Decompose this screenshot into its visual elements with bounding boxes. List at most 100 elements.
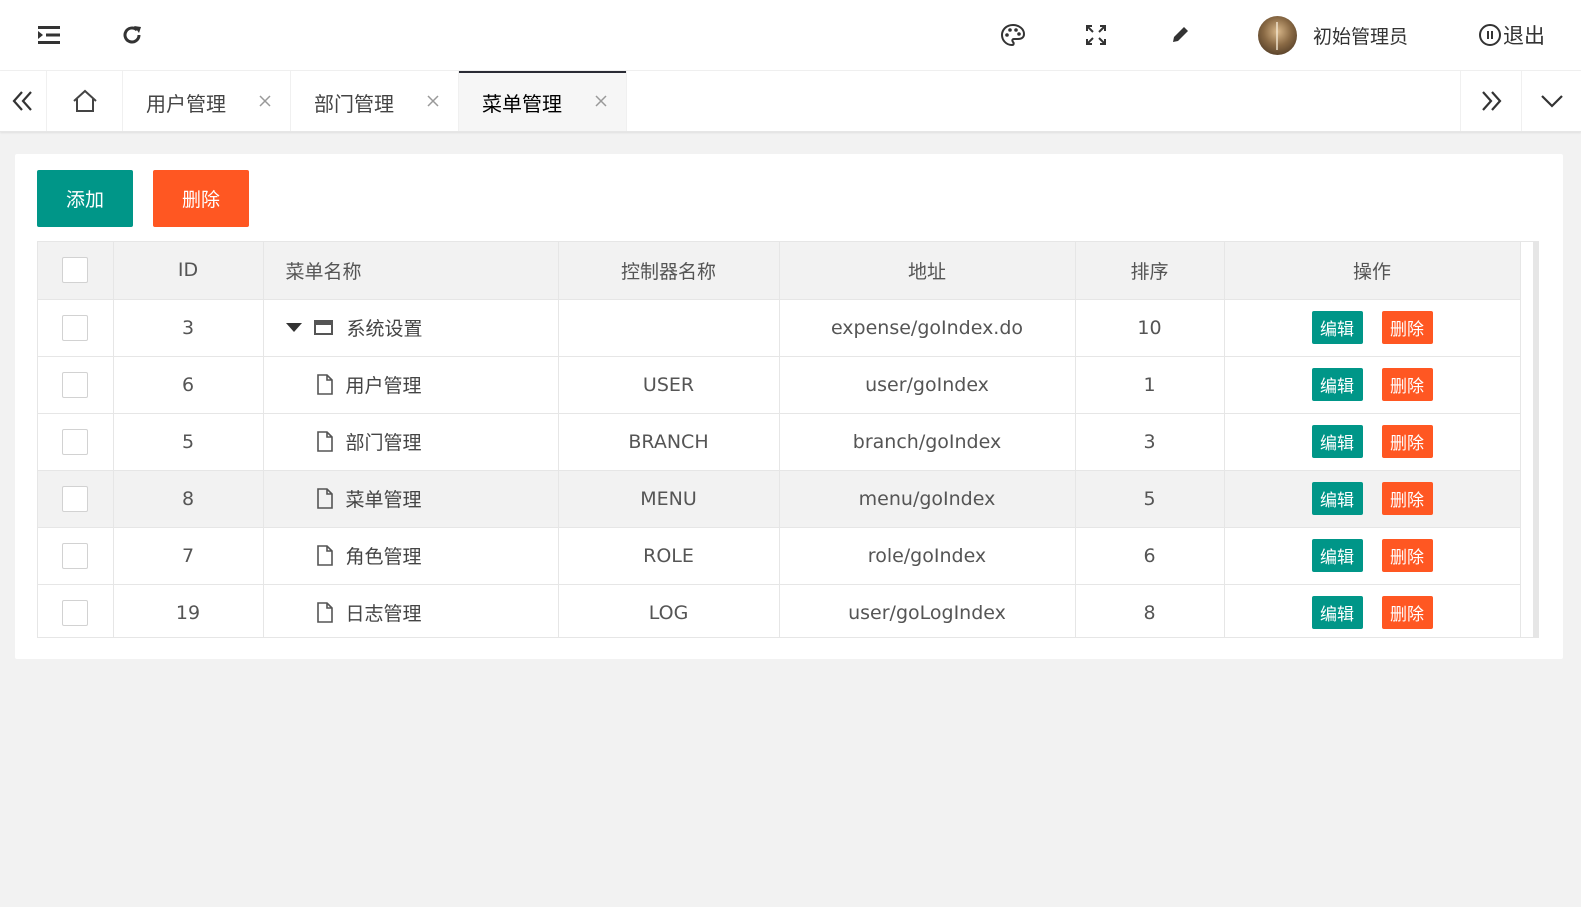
table-row[interactable]: 19 日志管理 LOG user/goLogIndex 8 编辑 删除	[38, 584, 1521, 637]
tab-department-management[interactable]: 部门管理	[291, 71, 459, 131]
top-header: 初始管理员 退出	[0, 0, 1581, 71]
row-delete-button[interactable]: 删除	[1381, 425, 1433, 458]
column-header-actions: 操作	[1224, 242, 1521, 300]
edit-button[interactable]: 编辑	[1311, 311, 1363, 344]
row-checkbox[interactable]	[62, 485, 89, 512]
table-row[interactable]: 8 菜单管理 MENU menu/goIndex 5 编辑 删除	[38, 470, 1521, 528]
header-checkbox-cell	[38, 242, 114, 300]
pause-icon	[1479, 24, 1501, 46]
menu-toggle-icon[interactable]	[34, 20, 64, 50]
tab-menu-management[interactable]: 菜单管理	[459, 71, 627, 131]
tree-expand-caret-icon[interactable]	[285, 323, 302, 332]
file-icon	[316, 374, 333, 395]
menu-name-text: 角色管理	[345, 546, 422, 568]
cell-sort: 5	[1075, 470, 1225, 528]
cell-controller: MENU	[558, 470, 780, 528]
cell-name: 菜单管理	[263, 470, 559, 528]
cell-name: 部门管理	[263, 413, 559, 471]
tab-user-management[interactable]: 用户管理	[123, 71, 291, 131]
refresh-icon[interactable]	[117, 20, 147, 50]
edit-button[interactable]: 编辑	[1311, 482, 1363, 515]
cell-controller: LOG	[558, 584, 780, 637]
fullscreen-icon[interactable]	[1081, 20, 1111, 50]
cell-actions: 编辑 删除	[1224, 470, 1521, 528]
row-checkbox[interactable]	[62, 314, 89, 341]
file-icon	[316, 602, 333, 623]
row-checkbox[interactable]	[62, 599, 89, 626]
theme-palette-icon[interactable]	[998, 20, 1028, 50]
logout-button[interactable]: 退出	[1479, 20, 1545, 50]
cell-id: 6	[113, 356, 264, 414]
edit-button[interactable]: 编辑	[1311, 368, 1363, 401]
cell-sort: 1	[1075, 356, 1225, 414]
column-header-id[interactable]: ID	[113, 242, 264, 300]
menu-name-text: 用户管理	[345, 375, 422, 397]
column-header-url[interactable]: 地址	[779, 242, 1076, 300]
close-icon[interactable]	[256, 92, 274, 110]
edit-pencil-icon[interactable]	[1165, 20, 1195, 50]
row-delete-button[interactable]: 删除	[1381, 482, 1433, 515]
file-icon	[316, 431, 333, 452]
cell-actions: 编辑 删除	[1224, 299, 1521, 357]
cell-actions: 编辑 删除	[1224, 584, 1521, 637]
tab-label: 菜单管理	[482, 92, 562, 116]
select-all-checkbox[interactable]	[62, 257, 89, 284]
row-delete-button[interactable]: 删除	[1381, 539, 1433, 572]
add-button[interactable]: 添加	[37, 170, 133, 227]
chevron-down-icon	[1540, 95, 1563, 108]
row-delete-button[interactable]: 删除	[1381, 311, 1433, 344]
cell-controller	[558, 299, 780, 357]
file-icon	[316, 545, 333, 566]
row-checkbox[interactable]	[62, 542, 89, 569]
close-icon[interactable]	[424, 92, 442, 110]
table-row[interactable]: 6 用户管理 USER user/goIndex 1 编辑 删除	[38, 356, 1521, 414]
table-row[interactable]: 3 系统设置 expense/goIndex.do 10 编辑 删除	[38, 299, 1521, 357]
cell-id: 3	[113, 299, 264, 357]
tabs-scroll-right-button[interactable]	[1460, 71, 1521, 131]
column-header-name[interactable]: 菜单名称	[263, 242, 559, 300]
close-icon[interactable]	[592, 92, 610, 110]
cell-url: expense/goIndex.do	[779, 299, 1076, 357]
edit-button[interactable]: 编辑	[1311, 596, 1363, 629]
tab-home[interactable]	[47, 71, 123, 131]
cell-url: role/goIndex	[779, 527, 1076, 585]
table-row[interactable]: 7 角色管理 ROLE role/goIndex 6 编辑 删除	[38, 527, 1521, 585]
double-chevron-right-icon	[1482, 91, 1502, 111]
cell-url: branch/goIndex	[779, 413, 1076, 471]
cell-name: 用户管理	[263, 356, 559, 414]
menu-name-text: 菜单管理	[345, 489, 422, 511]
menu-table: ID 菜单名称 控制器名称 地址 排序 操作 3 系统设置 expense/go…	[37, 241, 1539, 638]
cell-controller: ROLE	[558, 527, 780, 585]
menu-name-text: 日志管理	[345, 603, 422, 625]
cell-sort: 6	[1075, 527, 1225, 585]
delete-button[interactable]: 删除	[153, 170, 249, 227]
tabs-scroll-left-button[interactable]	[0, 71, 47, 131]
username[interactable]: 初始管理员	[1313, 22, 1408, 49]
home-icon	[72, 89, 97, 112]
file-icon	[316, 488, 333, 509]
edit-button[interactable]: 编辑	[1311, 539, 1363, 572]
avatar[interactable]	[1258, 16, 1297, 55]
tabs-bar: 用户管理 部门管理 菜单管理	[0, 71, 1581, 132]
row-checkbox[interactable]	[62, 428, 89, 455]
column-header-sort[interactable]: 排序	[1075, 242, 1225, 300]
cell-actions: 编辑 删除	[1224, 356, 1521, 414]
table-header-row: ID 菜单名称 控制器名称 地址 排序 操作	[38, 242, 1521, 300]
cell-name: 系统设置	[263, 299, 559, 357]
cell-id: 19	[113, 584, 264, 637]
tab-label: 部门管理	[314, 92, 394, 116]
content-card: 添加 删除 ID 菜单名称 控制器名称 地址 排序 操作 3 系统设置 expe…	[15, 154, 1563, 659]
row-delete-button[interactable]: 删除	[1381, 368, 1433, 401]
row-checkbox[interactable]	[62, 371, 89, 398]
logout-label: 退出	[1503, 24, 1545, 48]
tabs-dropdown-button[interactable]	[1521, 71, 1581, 131]
edit-button[interactable]: 编辑	[1311, 425, 1363, 458]
cell-url: menu/goIndex	[779, 470, 1076, 528]
cell-controller: USER	[558, 356, 780, 414]
row-delete-button[interactable]: 删除	[1381, 596, 1433, 629]
cell-id: 8	[113, 470, 264, 528]
column-header-controller[interactable]: 控制器名称	[558, 242, 780, 300]
table-scrollbar[interactable]	[1533, 242, 1538, 637]
cell-controller: BRANCH	[558, 413, 780, 471]
table-row[interactable]: 5 部门管理 BRANCH branch/goIndex 3 编辑 删除	[38, 413, 1521, 471]
